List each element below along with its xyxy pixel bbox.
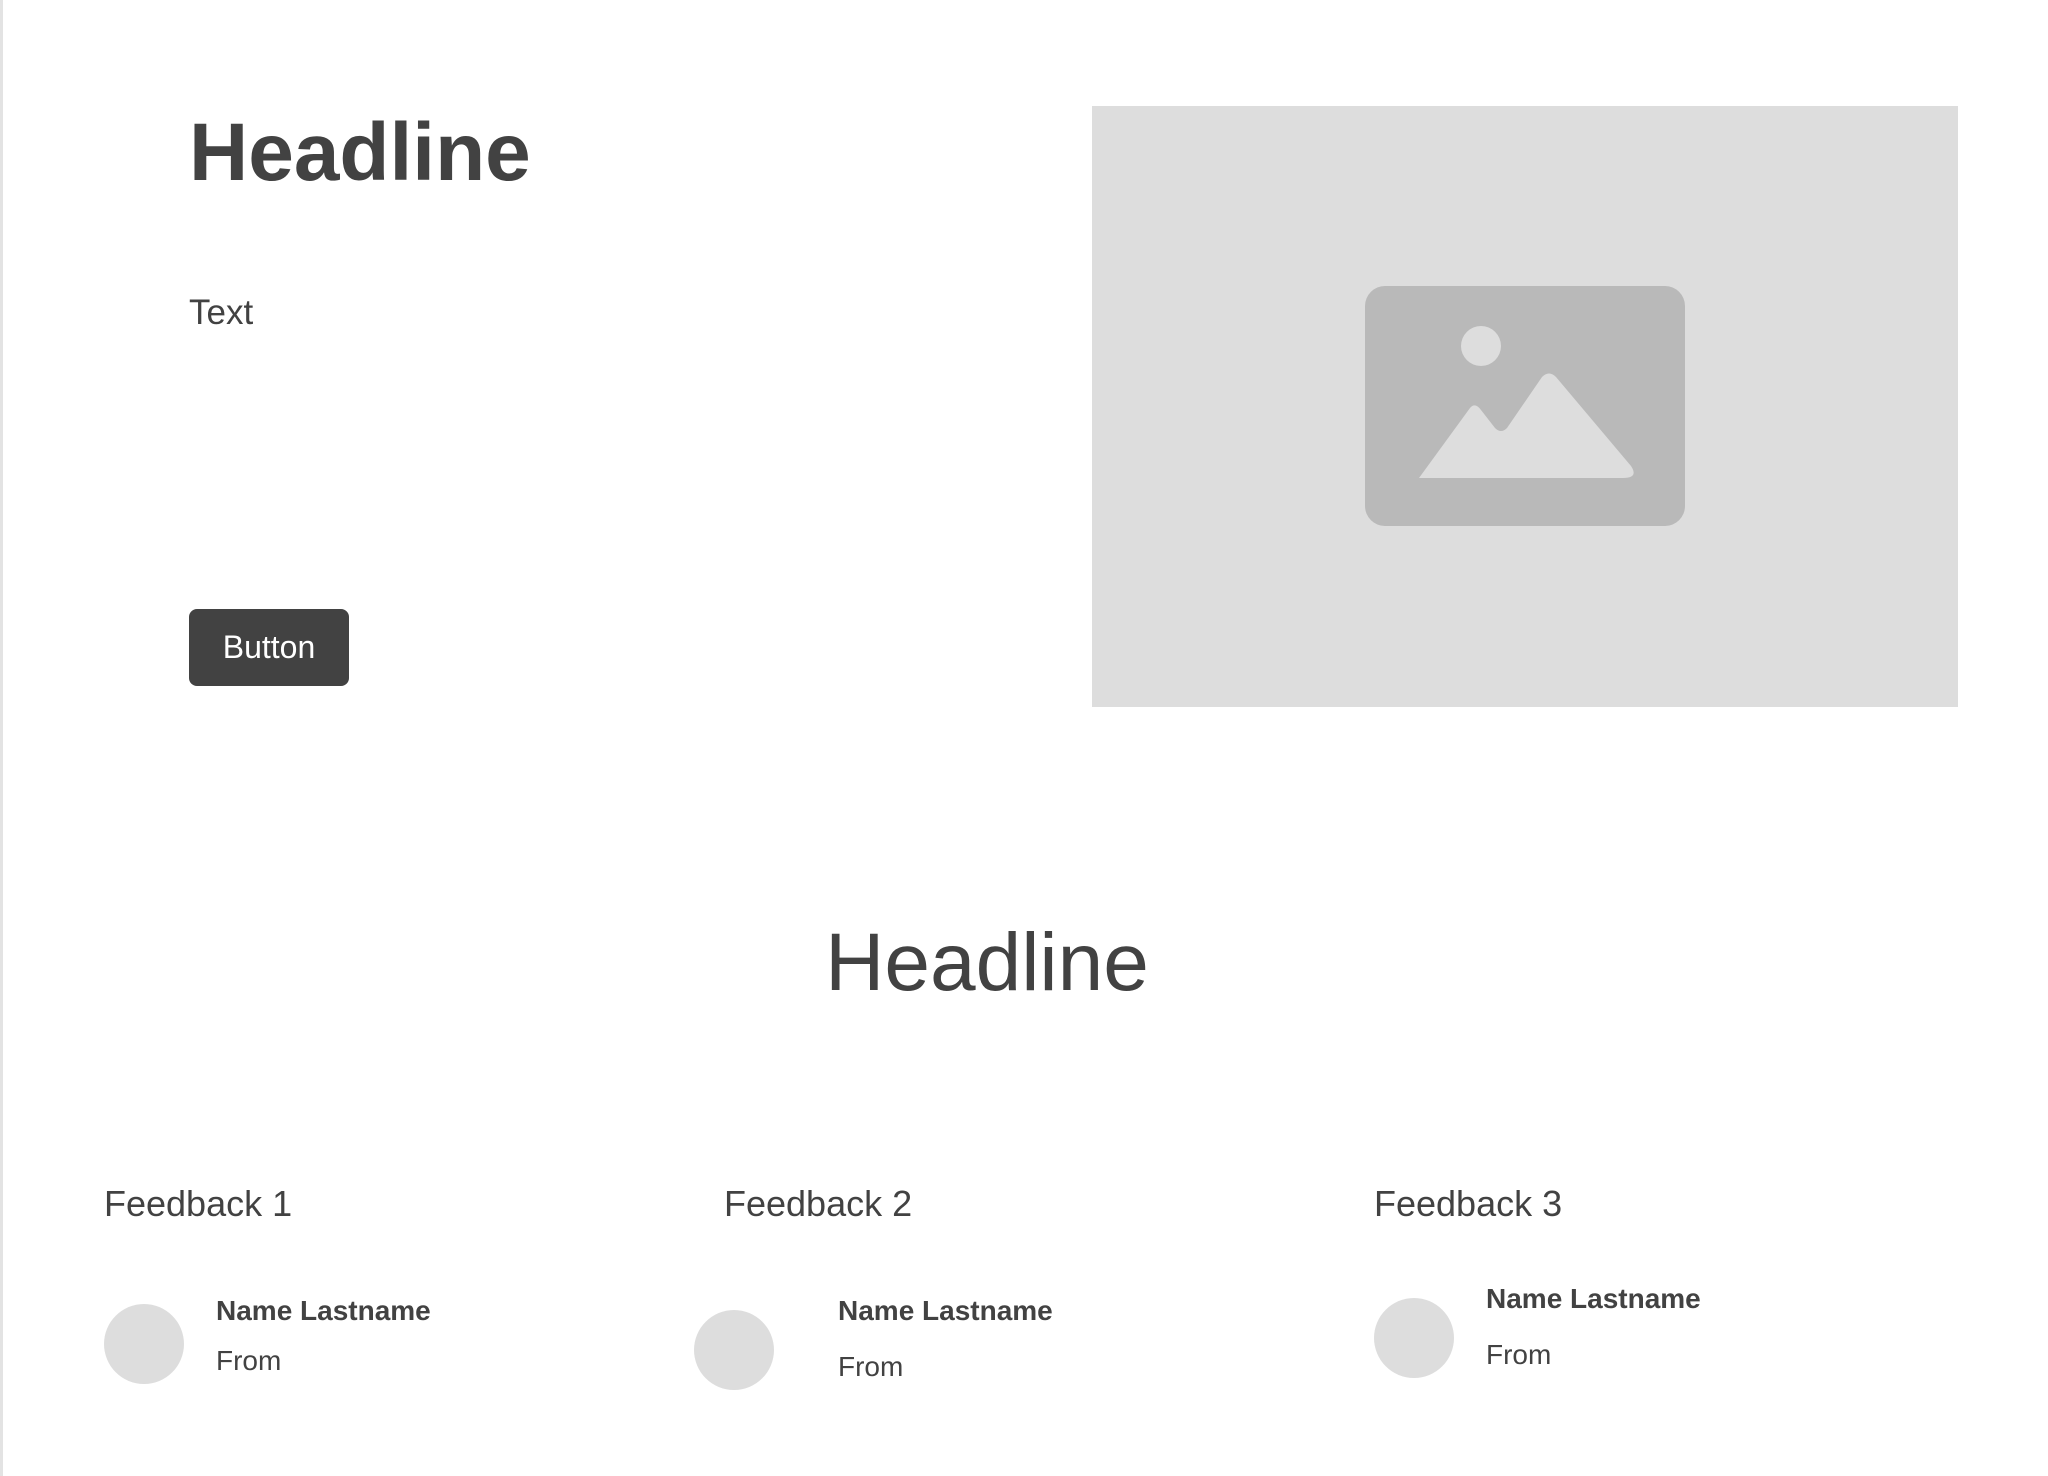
hero-headline: Headline — [189, 107, 531, 198]
person-name: Name Lastname — [216, 1295, 431, 1326]
person-name: Name Lastname — [1486, 1283, 1701, 1314]
feedback-title: Feedback 3 — [1374, 1183, 1563, 1224]
avatar — [1374, 1298, 1454, 1378]
page: Headline Text Button Headline Feedback 1… — [0, 0, 2048, 1476]
person-from: From — [838, 1351, 904, 1382]
avatar — [104, 1304, 184, 1384]
avatar — [694, 1310, 774, 1390]
feedback-card: Feedback 3 Name Lastname From — [1374, 1182, 1974, 1432]
left-border-divider — [0, 0, 3, 1476]
image-icon — [1365, 286, 1685, 526]
person-from: From — [1486, 1339, 1552, 1370]
feedback-title: Feedback 2 — [724, 1183, 913, 1224]
hero-button[interactable]: Button — [189, 609, 349, 686]
hero-image-placeholder — [1092, 106, 1958, 707]
hero-text: Text — [189, 293, 254, 332]
feedback-card: Feedback 2 Name Lastname From — [694, 1182, 1294, 1432]
feedback-card: Feedback 1 Name Lastname From — [104, 1182, 704, 1432]
section-headline: Headline — [825, 917, 1149, 1008]
feedback-title: Feedback 1 — [104, 1183, 293, 1224]
person-name: Name Lastname — [838, 1295, 1053, 1326]
person-from: From — [216, 1345, 282, 1376]
